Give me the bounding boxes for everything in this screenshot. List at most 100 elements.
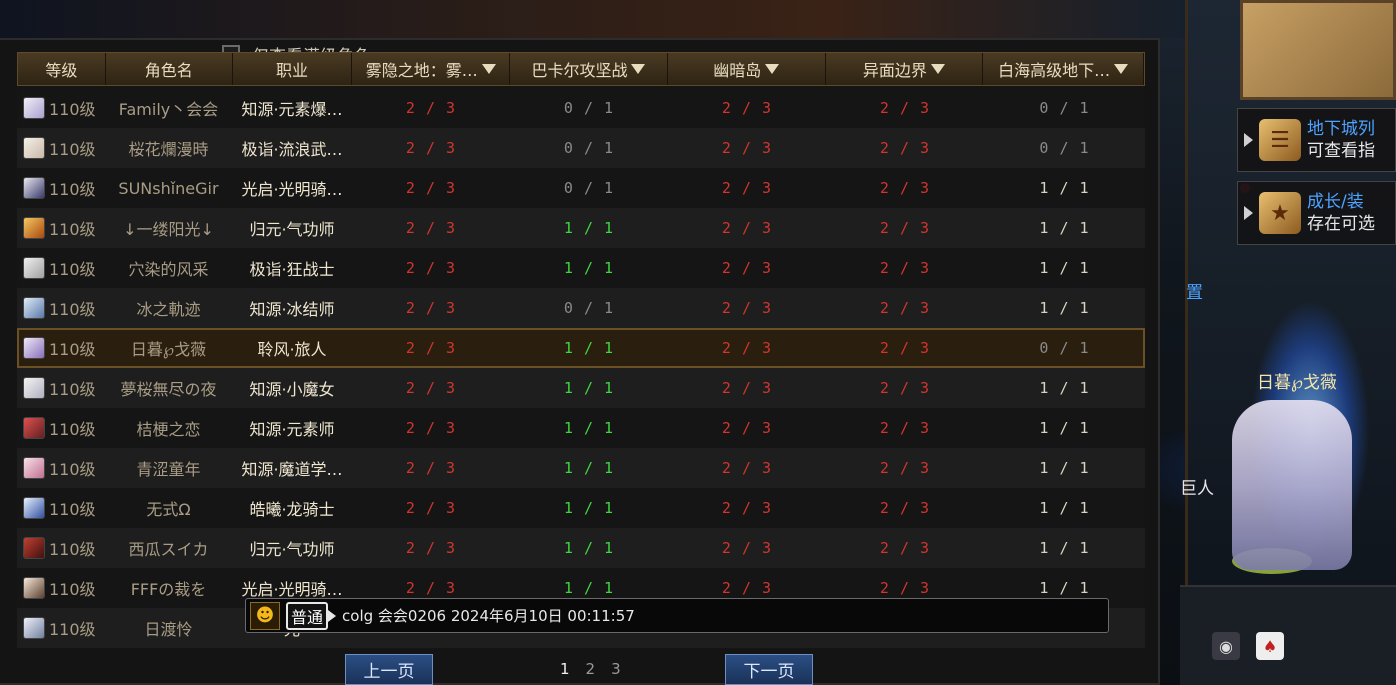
avatar-icon (23, 577, 45, 599)
level-cell: 110级 (17, 328, 105, 368)
dungeon-4-progress: 2 / 3 (879, 299, 931, 317)
dungeon-1-progress: 2 / 3 (405, 459, 457, 477)
dungeon-2-progress: 1 / 1 (563, 499, 615, 517)
table-row[interactable]: 110级 无式Ω 皓曦·龙骑士 2 / 3 1 / 1 2 / 3 2 / 3 1 / 1 (17, 488, 1145, 528)
dungeon-4-progress: 2 / 3 (879, 219, 931, 237)
table-body: 110级 Family丶会会 知源·元素爆… 2 / 3 0 / 1 2 / 3 2 / 3… (17, 88, 1145, 648)
minimap[interactable] (1240, 0, 1396, 100)
level-text: 110级 (49, 420, 96, 439)
level-text: 110级 (49, 540, 96, 559)
dungeon-3-progress: 2 / 3 (721, 459, 773, 477)
job-cell: 聆风·旅人 (257, 340, 327, 359)
level-cell: 110级 (17, 528, 105, 568)
table-row[interactable]: 110级 夢桜無尽の夜 知源·小魔女 2 / 3 1 / 1 2 / 3 2 / 3 1 / … (17, 368, 1145, 408)
side-label: 巨人 (1180, 479, 1214, 499)
level-cell: 110级 (17, 168, 105, 208)
avatar-icon (23, 457, 45, 479)
col-header-dungeon-1[interactable]: 雾隐之地：雾… (352, 53, 511, 85)
table-row[interactable]: 110级 穴染的风采 极诣·狂战士 2 / 3 1 / 1 2 / 3 2 / 3 1 / 1 (17, 248, 1145, 288)
character-name-label: 日暮℘戈薇 (1257, 373, 1337, 393)
level-text: 110级 (49, 500, 96, 519)
table-row[interactable]: 110级 桔梗之恋 知源·元素师 2 / 3 1 / 1 2 / 3 2 / 3 1 / 1 (17, 408, 1145, 448)
side-label: 置 (1186, 283, 1203, 303)
character-name-cell: 西瓜スイカ (128, 540, 209, 559)
camera-icon[interactable]: ◉ (1212, 632, 1240, 660)
table-row[interactable]: 110级 青涩童年 知源·魔道学… 2 / 3 1 / 1 2 / 3 2 / 3 1 / 1 (17, 448, 1145, 488)
dungeon-3-progress: 2 / 3 (721, 379, 773, 397)
prev-page-button[interactable]: 上一页 (345, 654, 433, 685)
dungeon-4-progress: 2 / 3 (879, 339, 931, 357)
job-cell: 知源·元素师 (249, 420, 335, 439)
job-cell: 知源·小魔女 (249, 380, 335, 399)
dungeon-4-progress: 2 / 3 (879, 139, 931, 157)
table-row[interactable]: 110级 Family丶会会 知源·元素爆… 2 / 3 0 / 1 2 / 3 2 / 3… (17, 88, 1145, 128)
job-cell: 极诣·流浪武… (241, 140, 343, 159)
avatar-icon (23, 417, 45, 439)
page-number[interactable]: 2 (586, 660, 596, 678)
table-row[interactable]: 110级 冰之軌迹 知源·冰结师 2 / 3 0 / 1 2 / 3 2 / 3 1 / 1 (17, 288, 1145, 328)
col-header-dungeon-4[interactable]: 异面边界 (826, 53, 984, 85)
character-name-cell: 穴染的风采 (128, 260, 209, 279)
dungeon-1-progress: 2 / 3 (405, 99, 457, 117)
dungeon-3-progress: 2 / 3 (721, 179, 773, 197)
avatar-icon (23, 537, 45, 559)
job-cell: 知源·元素爆… (241, 100, 343, 119)
dropdown-arrow-icon (1114, 64, 1129, 74)
dropdown-arrow-icon (930, 64, 945, 74)
col-header-level: 等级 (18, 53, 106, 85)
expand-arrow-icon[interactable] (1244, 133, 1253, 147)
dungeon-2-progress: 1 / 1 (563, 339, 615, 357)
character-name-cell: SUNshǐneGir (118, 178, 219, 198)
dropdown-arrow-icon (765, 64, 780, 74)
level-text: 110级 (49, 100, 96, 119)
col-header-dungeon-3[interactable]: 幽暗岛 (668, 53, 826, 85)
character-name-cell: 日暮℘戈薇 (130, 340, 207, 359)
notice-dungeon-list[interactable]: ☰ 地下城列 可查看指 (1237, 108, 1396, 172)
col-header-dungeon-5[interactable]: 白海高级地下… (983, 53, 1144, 85)
dungeon-2-progress: 0 / 1 (563, 299, 615, 317)
table-row[interactable]: 110级 日暮℘戈薇 聆风·旅人 2 / 3 1 / 1 2 / 3 2 / 3 0 / 1 (17, 328, 1145, 368)
expand-arrow-icon[interactable] (1244, 206, 1253, 220)
player-character[interactable] (1232, 400, 1352, 570)
dungeon-2-progress: 1 / 1 (563, 459, 615, 477)
table-row[interactable]: 110级 桜花爛漫時 极诣·流浪武… 2 / 3 0 / 1 2 / 3 2 / 3 0 / … (17, 128, 1145, 168)
level-cell: 110级 (17, 488, 105, 528)
card-icon[interactable]: ♠ (1256, 632, 1284, 660)
avatar-icon (23, 137, 45, 159)
dungeon-1-progress: 2 / 3 (405, 499, 457, 517)
dungeon-2-progress: 1 / 1 (563, 259, 615, 277)
level-text: 110级 (49, 620, 96, 639)
next-page-button[interactable]: 下一页 (725, 654, 813, 685)
dungeon-3-progress: 2 / 3 (721, 339, 773, 357)
dungeon-3-progress: 2 / 3 (721, 259, 773, 277)
avatar-icon (23, 297, 45, 319)
notice-growth[interactable]: ★ 成长/装 存在可选 (1237, 181, 1396, 245)
level-cell: 110级 (17, 608, 105, 648)
col-header-dungeon-2[interactable]: 巴卡尔攻坚战 (510, 53, 668, 85)
job-cell: 极诣·狂战士 (249, 260, 335, 279)
page-number[interactable]: 3 (611, 660, 621, 678)
table-row[interactable]: 110级 西瓜スイカ 归元·气功师 2 / 3 1 / 1 2 / 3 2 / 3 1 / 1 (17, 528, 1145, 568)
dungeon-5-progress: 1 / 1 (1039, 499, 1090, 517)
table-row[interactable]: 110级 ↓一缕阳光↓ 归元·气功师 2 / 3 1 / 1 2 / 3 2 / 3 1 / … (17, 208, 1145, 248)
chat-avatar-icon: ☻ (250, 601, 280, 630)
pagination: 上一页 123 下一页 (345, 654, 815, 685)
dungeon-5-progress: 0 / 1 (1039, 339, 1090, 357)
level-cell: 110级 (17, 408, 105, 448)
dungeon-3-progress: 2 / 3 (721, 219, 773, 237)
table-row[interactable]: 110级 SUNshǐneGir 光启·光明骑… 2 / 3 0 / 1 2 / 3 2 /… (17, 168, 1145, 208)
dungeon-2-progress: 1 / 1 (563, 219, 615, 237)
character-name-cell: 冰之軌迹 (136, 300, 201, 319)
dungeon-5-progress: 1 / 1 (1039, 299, 1090, 317)
dungeon-4-progress: 2 / 3 (879, 379, 931, 397)
job-cell: 知源·冰结师 (249, 300, 335, 319)
level-cell: 110级 (17, 128, 105, 168)
level-text: 110级 (49, 340, 96, 359)
level-cell: 110级 (17, 208, 105, 248)
chat-message-tooltip: ☻ 普通 colg 会会0206 2024年6月10日 00:11:57 (245, 598, 1109, 633)
character-name-cell: FFFの裁を (130, 580, 207, 599)
level-text: 110级 (49, 260, 96, 279)
col-header-name: 角色名 (106, 53, 233, 85)
dungeon-5-progress: 1 / 1 (1039, 259, 1090, 277)
page-number[interactable]: 1 (560, 660, 570, 678)
